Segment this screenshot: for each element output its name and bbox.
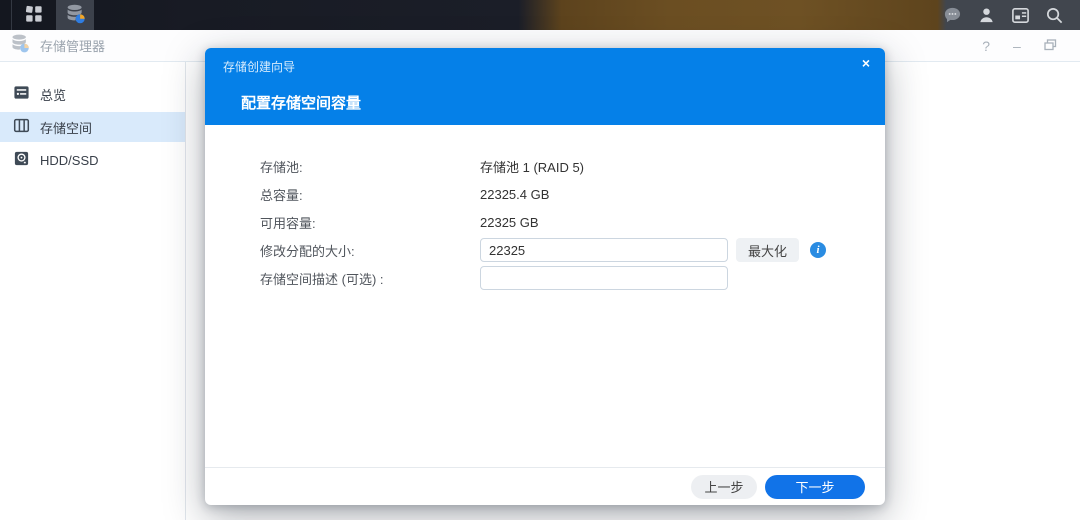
sidebar-item-volume[interactable]: 存储空间 (0, 112, 185, 142)
volume-icon (13, 117, 30, 137)
sidebar-item-label: 总览 (40, 85, 66, 104)
taskbar-tray (943, 6, 1080, 25)
dialog-header: 存储创建向导 × 配置存储空间容量 (205, 48, 885, 125)
widgets-icon[interactable] (1011, 6, 1030, 25)
sidebar-item-label: HDD/SSD (40, 153, 99, 168)
previous-step-button[interactable]: 上一步 (691, 475, 757, 499)
maximize-size-button[interactable]: 最大化 (736, 238, 799, 262)
total-capacity-value: 22325.4 GB (480, 187, 549, 202)
overview-icon (13, 84, 30, 104)
storage-manager-taskbar-button[interactable] (56, 0, 94, 30)
window-controls: ? – × (982, 38, 1080, 54)
sidebar-item-label: 存储空间 (40, 118, 92, 137)
storage-manager-icon (65, 3, 86, 27)
maximize-button[interactable] (1044, 38, 1057, 54)
minimize-button[interactable]: – (1013, 38, 1021, 54)
sidebar-item-hdd-ssd[interactable]: HDD/SSD (0, 145, 185, 175)
field-row-storage-pool: 存储池: 存储池 1 (RAID 5) (260, 152, 885, 180)
sidebar: 总览 存储空间 (0, 62, 186, 520)
taskbar (0, 0, 1080, 30)
restore-icon (1044, 38, 1057, 54)
dialog-close-icon[interactable]: × (862, 55, 870, 71)
dialog-title: 存储创建向导 (223, 58, 295, 75)
storage-pool-value: 存储池 1 (RAID 5) (480, 157, 584, 176)
field-label: 修改分配的大小: (260, 241, 480, 260)
main-menu-grid-icon (24, 4, 44, 27)
desktop: 存储管理器 ? – × (0, 0, 1080, 520)
dialog-body: 存储池: 存储池 1 (RAID 5) 总容量: 22325.4 GB 可用容量… (205, 125, 885, 292)
storage-manager-window-icon (10, 33, 30, 58)
notifications-icon[interactable] (943, 6, 962, 25)
info-icon[interactable]: i (810, 242, 826, 258)
field-label: 总容量: (260, 185, 480, 204)
main-menu-button[interactable] (12, 0, 56, 30)
field-label: 存储池: (260, 157, 480, 176)
sidebar-item-overview[interactable]: 总览 (0, 79, 185, 109)
available-capacity-value: 22325 GB (480, 215, 539, 230)
allocated-size-input[interactable] (480, 238, 728, 262)
storage-creation-wizard-dialog: 存储创建向导 × 配置存储空间容量 存储池: 存储池 1 (RAID 5) 总容… (205, 48, 885, 505)
user-icon[interactable] (977, 6, 996, 25)
volume-description-input[interactable] (480, 266, 728, 290)
field-row-available-capacity: 可用容量: 22325 GB (260, 208, 885, 236)
field-row-description: 存储空间描述 (可选) : (260, 264, 885, 292)
disk-icon (13, 150, 30, 170)
field-label: 可用容量: (260, 213, 480, 232)
next-step-button[interactable]: 下一步 (765, 475, 865, 499)
dialog-footer: 上一步 下一步 (205, 467, 885, 505)
field-row-allocated-size: 修改分配的大小: 最大化 i (260, 236, 885, 264)
help-button[interactable]: ? (982, 38, 990, 54)
dialog-step-title: 配置存储空间容量 (241, 92, 361, 113)
field-row-total-capacity: 总容量: 22325.4 GB (260, 180, 885, 208)
field-label: 存储空间描述 (可选) : (260, 269, 480, 288)
search-icon[interactable] (1045, 6, 1064, 25)
window-title: 存储管理器 (40, 36, 105, 55)
